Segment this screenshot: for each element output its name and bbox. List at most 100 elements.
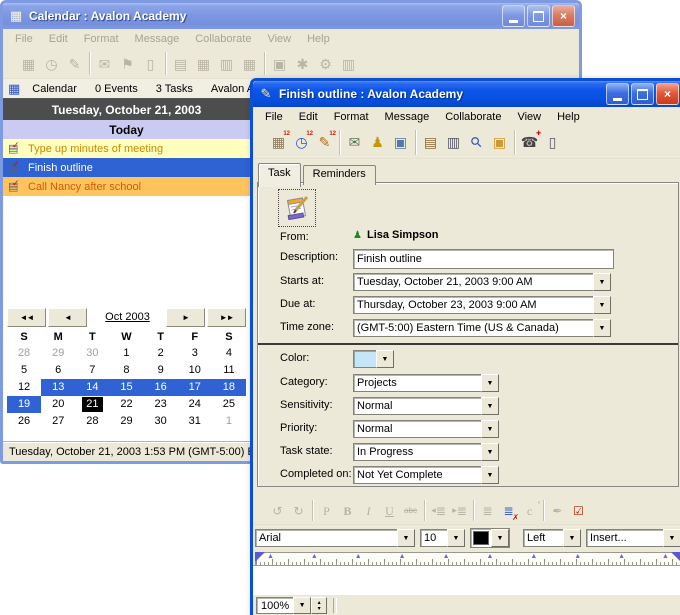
dropdown-arrow-icon[interactable]: ▼	[397, 529, 415, 547]
calendar-day[interactable]: 24	[178, 396, 212, 413]
new-task-icon[interactable]: ✎	[64, 54, 85, 74]
menu-view[interactable]: View	[259, 31, 299, 47]
tab-stop-marker[interactable]: ▲	[355, 553, 362, 560]
prev-month-button[interactable]: ◄	[48, 308, 87, 327]
dropdown-arrow-icon[interactable]: ▼	[481, 374, 499, 392]
new-task-icon[interactable]: ✎12	[314, 132, 335, 152]
zoom-spinner[interactable]: ▴▾	[311, 597, 327, 614]
calendar-day[interactable]: 1	[109, 345, 143, 362]
calendar-day[interactable]: 29	[109, 413, 143, 430]
calendar-day[interactable]: 21	[75, 396, 109, 413]
tab-stop-marker[interactable]: ▲	[443, 553, 450, 560]
tab-reminders[interactable]: Reminders	[303, 165, 376, 185]
calendar-day[interactable]: 31	[178, 413, 212, 430]
close-button[interactable]: ×	[552, 5, 575, 27]
new-alarm-icon[interactable]: ◷12	[291, 132, 312, 152]
tab-stop-marker[interactable]: ▲	[574, 553, 581, 560]
day-view-icon[interactable]: ▤	[170, 54, 191, 74]
calendar-day[interactable]: 16	[144, 379, 178, 396]
outdent-icon[interactable]: ◂≣	[429, 502, 448, 520]
dropdown-arrow-icon[interactable]: ▼	[663, 529, 680, 547]
bold-icon[interactable]: B	[338, 502, 357, 520]
calendar-day[interactable]: 9	[144, 362, 178, 379]
description-input[interactable]: Finish outline	[353, 249, 614, 269]
category-select[interactable]: Projects ▼	[353, 374, 499, 392]
prev-year-button[interactable]: ◄◄	[7, 308, 46, 327]
dropdown-arrow-icon[interactable]: ▼	[593, 273, 611, 291]
dropdown-arrow-icon[interactable]: ▼	[447, 529, 465, 547]
font-size-select[interactable]: 10 ▼	[420, 529, 465, 547]
dial-phone-icon[interactable]: ☎✚	[519, 132, 540, 152]
folder-icon[interactable]: ▣	[489, 132, 510, 152]
options-icon[interactable]: ✱	[292, 54, 313, 74]
task-state-select[interactable]: In Progress ▼	[353, 443, 499, 461]
superscript-icon[interactable]: cⁿ	[520, 502, 539, 520]
dropdown-arrow-icon[interactable]: ▼	[593, 319, 611, 337]
menu-edit[interactable]: Edit	[41, 31, 76, 47]
menu-file[interactable]: File	[7, 31, 41, 47]
tab-stop-marker[interactable]: ▲	[662, 553, 669, 560]
dropdown-arrow-icon[interactable]: ▼	[593, 296, 611, 314]
menu-help[interactable]: Help	[299, 31, 338, 47]
calendar-day[interactable]: 8	[109, 362, 143, 379]
send-message-icon[interactable]: ✉	[94, 54, 115, 74]
calendar-day[interactable]: 30	[144, 413, 178, 430]
dropdown-arrow-icon[interactable]: ▼	[563, 529, 581, 547]
dropdown-arrow-icon[interactable]: ▼	[481, 466, 499, 484]
calendar-day[interactable]: 2	[144, 345, 178, 362]
menu-collaborate[interactable]: Collaborate	[437, 109, 509, 125]
completed-on-select[interactable]: Not Yet Complete ▼	[353, 466, 499, 484]
calendar-day[interactable]: 22	[109, 396, 143, 413]
calendar-day[interactable]: 15	[109, 379, 143, 396]
month-label[interactable]: Oct 2003	[89, 311, 166, 323]
menu-format[interactable]: Format	[326, 109, 377, 125]
calendar-day[interactable]: 25	[212, 396, 246, 413]
bullet-list-icon[interactable]: ≣	[478, 502, 497, 520]
menu-file[interactable]: File	[257, 109, 291, 125]
contact-icon[interactable]: ♟	[367, 132, 388, 152]
minimize-button[interactable]	[502, 5, 525, 27]
calendar-day[interactable]: 17	[178, 379, 212, 396]
menu-message[interactable]: Message	[377, 109, 438, 125]
calendar-day[interactable]: 30	[75, 345, 109, 362]
new-alarm-icon[interactable]: ◷	[41, 54, 62, 74]
due-at-select[interactable]: Thursday, October 23, 2003 9:00 AM ▼	[353, 296, 611, 314]
menu-edit[interactable]: Edit	[291, 109, 326, 125]
calendar-day[interactable]: 26	[7, 413, 41, 430]
calendar-day[interactable]: 4	[212, 345, 246, 362]
undo-icon[interactable]: ↺	[268, 502, 287, 520]
week-view-icon[interactable]: ▦	[193, 54, 214, 74]
tools-icon[interactable]: ⚙	[315, 54, 336, 74]
calendar-day[interactable]: 7	[75, 362, 109, 379]
calendar-day[interactable]: 1	[212, 413, 246, 430]
dropdown-arrow-icon[interactable]: ▼	[293, 597, 311, 614]
tab-stop-marker[interactable]: ▲	[311, 553, 318, 560]
next-year-button[interactable]: ►►	[207, 308, 246, 327]
spinner-down-icon[interactable]: ▾	[318, 606, 321, 612]
task-item[interactable]: ▤✓Call Nancy after school	[3, 177, 250, 196]
italic-icon[interactable]: I	[359, 502, 378, 520]
new-appointment-icon[interactable]: ▦	[18, 54, 39, 74]
tab-stop-marker[interactable]: ▲	[618, 553, 625, 560]
message-list-icon[interactable]: ▤	[420, 132, 441, 152]
calendar-day[interactable]: 28	[75, 413, 109, 430]
dropdown-arrow-icon[interactable]: ▼	[481, 397, 499, 415]
print-icon[interactable]: ▥	[443, 132, 464, 152]
timezone-select[interactable]: (GMT-5:00) Eastern Time (US & Canada) ▼	[353, 319, 611, 337]
calendar-day[interactable]: 19	[7, 396, 41, 413]
flag-icon[interactable]: ⚑	[117, 54, 138, 74]
calendar-day[interactable]: 6	[41, 362, 75, 379]
tab-task[interactable]: Task	[258, 163, 301, 187]
dropdown-arrow-icon[interactable]: ▼	[481, 443, 499, 461]
delete-icon[interactable]: ▯	[140, 54, 161, 74]
next-month-button[interactable]: ►	[166, 308, 205, 327]
ruler[interactable]: ▲▲▲▲▲▲▲▲▲▲	[253, 551, 680, 565]
zoom-select[interactable]: 100% ▼ ▴▾	[256, 597, 327, 614]
underline-icon[interactable]: U	[380, 502, 399, 520]
insert-select[interactable]: Insert... ▼	[586, 529, 680, 547]
left-margin-marker[interactable]	[255, 552, 265, 562]
task-item[interactable]: ▤✓Finish outline	[3, 158, 250, 177]
tab-stop-marker[interactable]: ▲	[530, 553, 537, 560]
calendar-day[interactable]: 29	[41, 345, 75, 362]
menu-help[interactable]: Help	[549, 109, 588, 125]
